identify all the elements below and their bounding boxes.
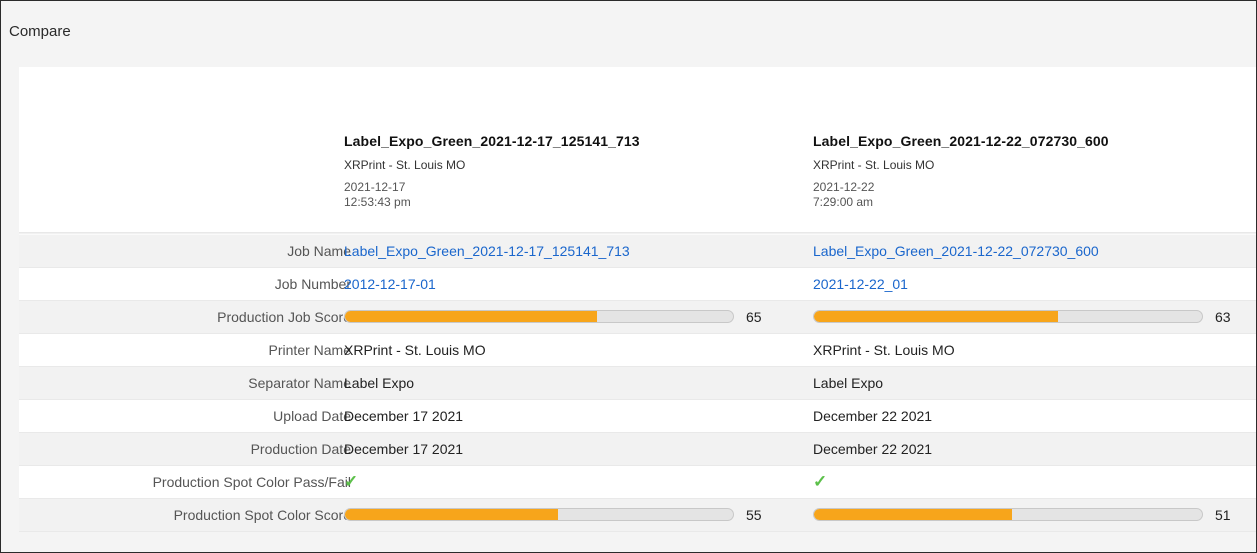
row-label: Production Job Score [217, 309, 351, 325]
job-header-date: 2021-12-17 [344, 180, 406, 194]
row-spot-pass-fail: Production Spot Color Pass/Fail ✓ ✓ [19, 466, 1256, 499]
score-bar-fill [345, 509, 559, 520]
compare-panel: Label_Expo_Green_2021-12-17_125141_713 X… [19, 67, 1256, 532]
row-job-name: Job Name Label_Expo_Green_2021-12-17_125… [19, 235, 1256, 268]
row-production-date: Production Date December 17 2021 Decembe… [19, 433, 1256, 466]
job-header-name: Label_Expo_Green_2021-12-22_072730_600 [813, 133, 1109, 149]
score-bar [344, 508, 734, 521]
job-header-printer: XRPrint - St. Louis MO [344, 158, 466, 172]
job-header-1: Label_Expo_Green_2021-12-17_125141_713 X… [344, 133, 640, 210]
row-label: Production Spot Color Score [173, 507, 351, 523]
job-number-link-2[interactable]: 2021-12-22_01 [813, 268, 908, 300]
row-printer-name: Printer Name XRPrint - St. Louis MO XRPr… [19, 334, 1256, 367]
checkmark-icon: ✓ [813, 472, 828, 491]
row-spot-color-score: Production Spot Color Score 55 51 [19, 499, 1256, 532]
printer-name-value: XRPrint - St. Louis MO [813, 342, 955, 358]
pass-status: ✓ [813, 466, 827, 498]
upload-date-value: December 17 2021 [344, 408, 464, 424]
score-bar-fill [814, 311, 1059, 322]
production-date-value: December 22 2021 [813, 441, 933, 457]
checkmark-icon: ✓ [344, 472, 359, 491]
row-label: Upload Date [273, 408, 351, 424]
job-header-time: 12:53:43 pm [344, 195, 411, 209]
row-label: Job Name [287, 243, 351, 259]
score-bar-fill [345, 311, 598, 322]
job-name-link-1[interactable]: Label_Expo_Green_2021-12-17_125141_713 [344, 235, 630, 267]
job-header-2: Label_Expo_Green_2021-12-22_072730_600 X… [813, 133, 1109, 210]
score-value: 63 [1215, 309, 1231, 325]
score-value: 55 [746, 507, 762, 523]
score-bar-fill [814, 509, 1012, 520]
printer-name-value: XRPrint - St. Louis MO [344, 342, 486, 358]
compare-table: Job Name Label_Expo_Green_2021-12-17_125… [19, 235, 1256, 532]
score-value: 51 [1215, 507, 1231, 523]
compare-window: Compare Label_Expo_Green_2021-12-17_1251… [0, 0, 1257, 553]
row-label: Job Number [274, 276, 351, 292]
row-separator-name: Separator Name Label Expo Label Expo [19, 367, 1256, 400]
pass-status: ✓ [344, 466, 358, 498]
separator-name-value: Label Expo [344, 375, 415, 391]
job-header-printer: XRPrint - St. Louis MO [813, 158, 935, 172]
upload-date-value: December 22 2021 [813, 408, 933, 424]
separator-name-value: Label Expo [813, 375, 884, 391]
window-title: Compare [9, 23, 71, 40]
job-header-time: 7:29:00 am [813, 195, 874, 209]
row-label: Production Spot Color Pass/Fail [152, 474, 351, 490]
score-bar [813, 310, 1203, 323]
job-number-link-1[interactable]: 2012-12-17-01 [344, 268, 436, 300]
row-label: Production Date [250, 441, 351, 457]
job-header-name: Label_Expo_Green_2021-12-17_125141_713 [344, 133, 640, 149]
row-production-job-score: Production Job Score 65 63 [19, 301, 1256, 334]
score-value: 65 [746, 309, 762, 325]
score-bar [813, 508, 1203, 521]
row-label: Separator Name [248, 375, 351, 391]
job-name-link-2[interactable]: Label_Expo_Green_2021-12-22_072730_600 [813, 235, 1099, 267]
production-date-value: December 17 2021 [344, 441, 464, 457]
row-job-number: Job Number 2012-12-17-01 2021-12-22_01 [19, 268, 1256, 301]
score-bar [344, 310, 734, 323]
job-header-date: 2021-12-22 [813, 180, 875, 194]
row-upload-date: Upload Date December 17 2021 December 22… [19, 400, 1256, 433]
row-label: Printer Name [268, 342, 351, 358]
